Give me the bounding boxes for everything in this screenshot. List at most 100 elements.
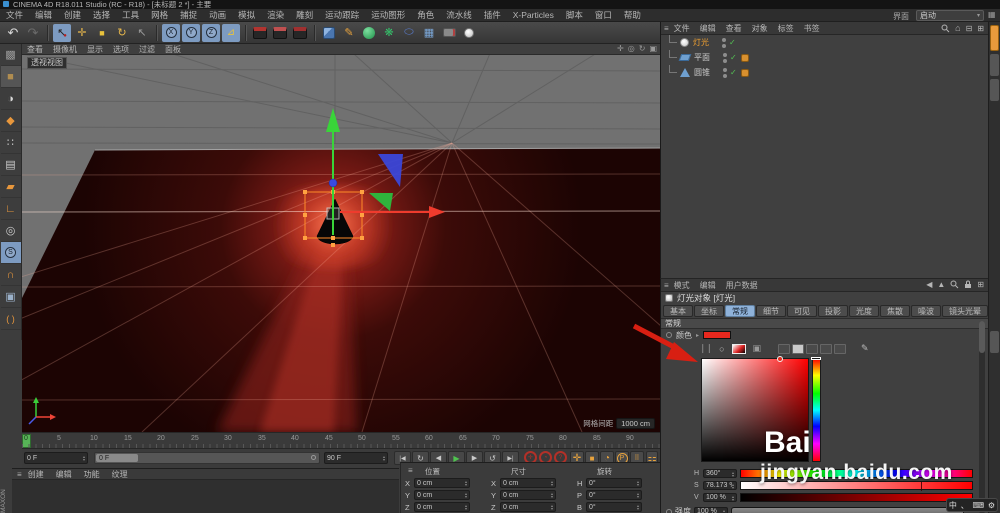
add-subdivision-button[interactable] [360,24,378,42]
tab-visibility[interactable]: 可见 [787,305,817,317]
lock-y-button[interactable]: Y [182,23,200,42]
mixer-mode-icon[interactable] [820,343,833,354]
model-mode-button[interactable]: ■ [0,66,21,88]
section-header[interactable]: 常规 [661,318,988,329]
enabled-check-icon[interactable]: ✓ [730,53,737,62]
h-value-field[interactable]: 360° ▴ ▾ [703,469,737,478]
hamburger-icon[interactable]: ≡ [408,466,413,475]
visibility-toggles[interactable] [723,67,727,78]
size-z-field[interactable]: 0 cm ▴ ▾ [500,502,556,512]
tab-basic[interactable]: 基本 [663,305,693,317]
mat-menu-function[interactable]: 功能 [78,469,106,480]
rot-b-field[interactable]: 0° ▴ ▾ [586,502,642,512]
ime-punctuation-button[interactable]: 、 [961,500,969,511]
menu-select[interactable]: 选择 [87,9,116,21]
menu-xparticles[interactable]: X-Particles [507,10,560,20]
make-editable-button[interactable]: ▩ [0,44,21,66]
vp-menu-filter[interactable]: 过滤 [134,44,160,55]
render-team-button[interactable] [271,24,289,42]
up-icon[interactable]: ▲ [937,280,945,289]
om-menu-edit[interactable]: 编辑 [695,23,721,34]
timeline-slider[interactable]: 0 F [94,452,320,464]
lock-icon[interactable] [964,280,972,289]
rot-h-field[interactable]: 0° ▴ ▾ [586,478,642,488]
add-camera-button[interactable] [440,24,458,42]
enabled-check-icon[interactable]: ✓ [730,68,737,77]
menu-render[interactable]: 渲染 [261,9,290,21]
om-menu-objects[interactable]: 对象 [747,23,773,34]
pan-view-icon[interactable]: ✛ [617,44,624,53]
visibility-toggles[interactable] [723,52,727,63]
layout-tab-active[interactable] [990,25,999,51]
mat-menu-create[interactable]: 创建 [22,469,50,480]
workplane-mode-button[interactable]: ◆ [0,110,21,132]
eyedropper-icon[interactable]: ✎ [861,343,869,354]
om-menu-tags[interactable]: 标签 [773,23,799,34]
puzzle-icon[interactable]: ▦ [988,10,996,19]
hue-strip[interactable] [811,357,821,462]
redo-button[interactable]: ↷ [24,24,42,42]
tab-noise[interactable]: 噪波 [911,305,941,317]
render-view-button[interactable] [251,24,269,42]
ime-keyboard-button[interactable]: ⌨ [973,501,985,510]
am-menu-edit[interactable]: 编辑 [695,280,721,291]
lock-z-button[interactable]: Z [202,23,220,42]
collapse-icon[interactable]: ⊟ [966,24,973,33]
spinner-icon[interactable]: ▴ ▾ [83,455,85,462]
zoom-view-icon[interactable]: ◎ [628,44,635,53]
texture-tag-icon[interactable] [740,53,749,62]
edges-mode-button[interactable]: ▤ [0,154,21,176]
rotate-view-icon[interactable]: ↻ [639,44,646,53]
polygons-mode-button[interactable]: ▰ [0,176,21,198]
compact-mode-icon[interactable]: ❘❘ [699,343,713,354]
tab-photometric[interactable]: 光度 [849,305,879,317]
timeline-slider-handle[interactable]: 0 F [96,454,138,462]
vp-menu-cameras[interactable]: 摄像机 [48,44,82,55]
mat-menu-edit[interactable]: 编辑 [50,469,78,480]
menu-sculpt[interactable]: 雕刻 [290,9,319,21]
menu-animate[interactable]: 动画 [203,9,232,21]
hsv-mode-icon[interactable] [792,343,805,354]
menu-create[interactable]: 创建 [58,9,87,21]
layout-select[interactable]: 启动 ▾ [916,10,984,21]
viewport-canvas[interactable] [22,55,660,432]
toggle-view-icon[interactable]: ▣ [649,44,657,53]
object-row-plane[interactable]: 平面 ✓ [661,49,988,65]
render-settings-button[interactable] [291,24,309,42]
menu-motion-tracker[interactable]: 运动跟踪 [319,9,365,21]
expand-icon[interactable]: ⊞ [977,24,984,33]
menu-file[interactable]: 文件 [0,9,29,21]
timeline-ruler[interactable]: 0 5 10 15 20 25 30 35 40 45 50 55 60 65 … [22,432,660,449]
add-generator-button[interactable]: ❋ [380,24,398,42]
object-name[interactable]: 灯光 [693,37,719,48]
swatches-mode-icon[interactable] [834,343,847,354]
pos-y-field[interactable]: 0 cm ▴ ▾ [414,490,470,500]
texture-mode-button[interactable]: ◑ [0,88,21,110]
value-slider[interactable] [740,493,973,502]
v-value-field[interactable]: 100 % ▴ ▾ [703,493,737,502]
tweak-mode-button[interactable]: ◎ [0,220,21,242]
spinner-icon[interactable]: ▴ ▾ [383,455,385,462]
color-swatch[interactable] [703,331,732,339]
layout-tab[interactable] [990,79,999,101]
vp-menu-options[interactable]: 选项 [108,44,134,55]
rotate-tool-button[interactable]: ↻ [113,24,131,42]
last-tool-button[interactable]: ↖ [133,24,151,42]
view-label[interactable]: 透视视图 [27,57,67,69]
vp-menu-display[interactable]: 显示 [82,44,108,55]
scrollbar-thumb[interactable] [979,321,985,353]
vp-menu-panel[interactable]: 面板 [160,44,186,55]
menu-pipeline[interactable]: 流水线 [440,9,478,21]
object-row-cone[interactable]: 圆锥 ✓ [661,64,988,80]
object-name[interactable]: 圆锥 [694,67,720,78]
tab-details[interactable]: 细节 [756,305,786,317]
back-icon[interactable]: ◀ [926,280,932,289]
menu-character[interactable]: 角色 [411,9,440,21]
expand-icon[interactable]: ⊞ [977,280,984,289]
mat-menu-texture[interactable]: 纹理 [106,469,134,480]
add-environment-button[interactable]: ▦ [420,24,438,42]
om-menu-view[interactable]: 查看 [721,23,747,34]
menu-help[interactable]: 帮助 [618,9,647,21]
scale-tool-button[interactable]: ■ [93,24,111,42]
rgb-mode-icon[interactable] [778,343,791,354]
